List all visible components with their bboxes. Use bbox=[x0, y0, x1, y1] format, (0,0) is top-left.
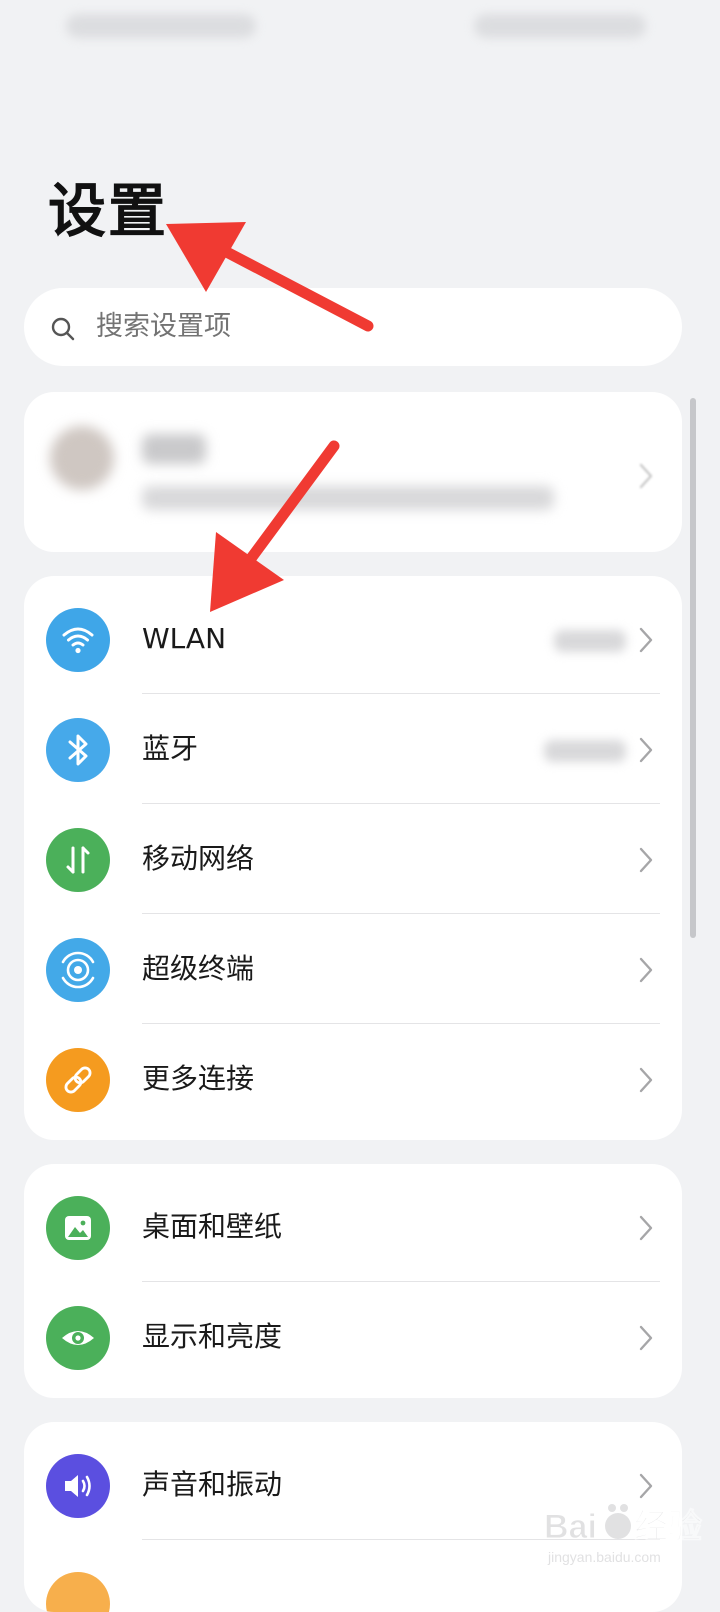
account-card[interactable] bbox=[24, 392, 682, 552]
chevron-right-icon bbox=[639, 847, 653, 873]
volume-icon bbox=[46, 1454, 110, 1518]
settings-item-mobile-network[interactable]: 移动网络 bbox=[24, 804, 682, 914]
status-bar-right-blurred bbox=[474, 14, 646, 38]
status-bar-left-blurred bbox=[66, 14, 256, 38]
link-icon bbox=[46, 1048, 110, 1112]
settings-item-label: 超级终端 bbox=[142, 952, 255, 985]
scrollbar[interactable] bbox=[690, 398, 696, 938]
settings-item-wlan[interactable]: WLAN bbox=[24, 584, 682, 694]
bluetooth-status-blurred bbox=[544, 740, 626, 762]
settings-item-label: 显示和亮度 bbox=[142, 1320, 283, 1353]
settings-item-label: 蓝牙 bbox=[142, 732, 199, 765]
status-bar bbox=[0, 0, 720, 60]
svg-text:经验: 经验 bbox=[634, 1507, 702, 1546]
settings-item-more-connections[interactable]: 更多连接 bbox=[24, 1024, 682, 1134]
settings-item-label: 更多连接 bbox=[142, 1062, 255, 1095]
chevron-right-icon bbox=[639, 1325, 653, 1351]
eye-icon bbox=[46, 1306, 110, 1370]
connectivity-card: WLAN 蓝牙 移动网络 超级终端 更多连接 bbox=[24, 576, 682, 1140]
avatar bbox=[50, 426, 114, 490]
settings-item-display[interactable]: 显示和亮度 bbox=[24, 1282, 682, 1392]
super-device-icon bbox=[46, 938, 110, 1002]
baidu-watermark-logo: Bai 经验 jingyan.baidu.com bbox=[544, 1504, 703, 1565]
wlan-status-blurred bbox=[554, 630, 626, 652]
chevron-right-icon bbox=[639, 1067, 653, 1093]
display-card: 桌面和壁纸 显示和亮度 bbox=[24, 1164, 682, 1398]
mobile-data-icon bbox=[46, 828, 110, 892]
account-name-blurred bbox=[142, 434, 206, 464]
chevron-right-icon bbox=[639, 737, 653, 763]
settings-item-label: 移动网络 bbox=[142, 842, 255, 875]
chevron-right-icon bbox=[639, 957, 653, 983]
settings-item-super-device[interactable]: 超级终端 bbox=[24, 914, 682, 1024]
settings-item-label: WLAN bbox=[142, 622, 227, 655]
svg-text:jingyan.baidu.com: jingyan.baidu.com bbox=[547, 1549, 661, 1565]
bluetooth-icon bbox=[46, 718, 110, 782]
settings-item-label: 声音和振动 bbox=[142, 1468, 283, 1501]
page-title: 设置 bbox=[48, 177, 169, 245]
settings-item-wallpaper[interactable]: 桌面和壁纸 bbox=[24, 1172, 682, 1282]
chevron-right-icon bbox=[639, 1215, 653, 1241]
search-icon bbox=[51, 317, 75, 341]
wifi-icon bbox=[46, 608, 110, 672]
svg-text:Bai: Bai bbox=[544, 1508, 597, 1546]
chevron-right-icon bbox=[639, 627, 653, 653]
settings-item-label: 桌面和壁纸 bbox=[142, 1210, 283, 1243]
wallpaper-icon bbox=[46, 1196, 110, 1260]
settings-item-bluetooth[interactable]: 蓝牙 bbox=[24, 694, 682, 804]
search-placeholder: 搜索设置项 bbox=[96, 311, 231, 342]
chevron-right-icon bbox=[639, 463, 653, 489]
next-item-icon-partial bbox=[46, 1572, 110, 1612]
account-subtitle-blurred bbox=[142, 486, 554, 510]
